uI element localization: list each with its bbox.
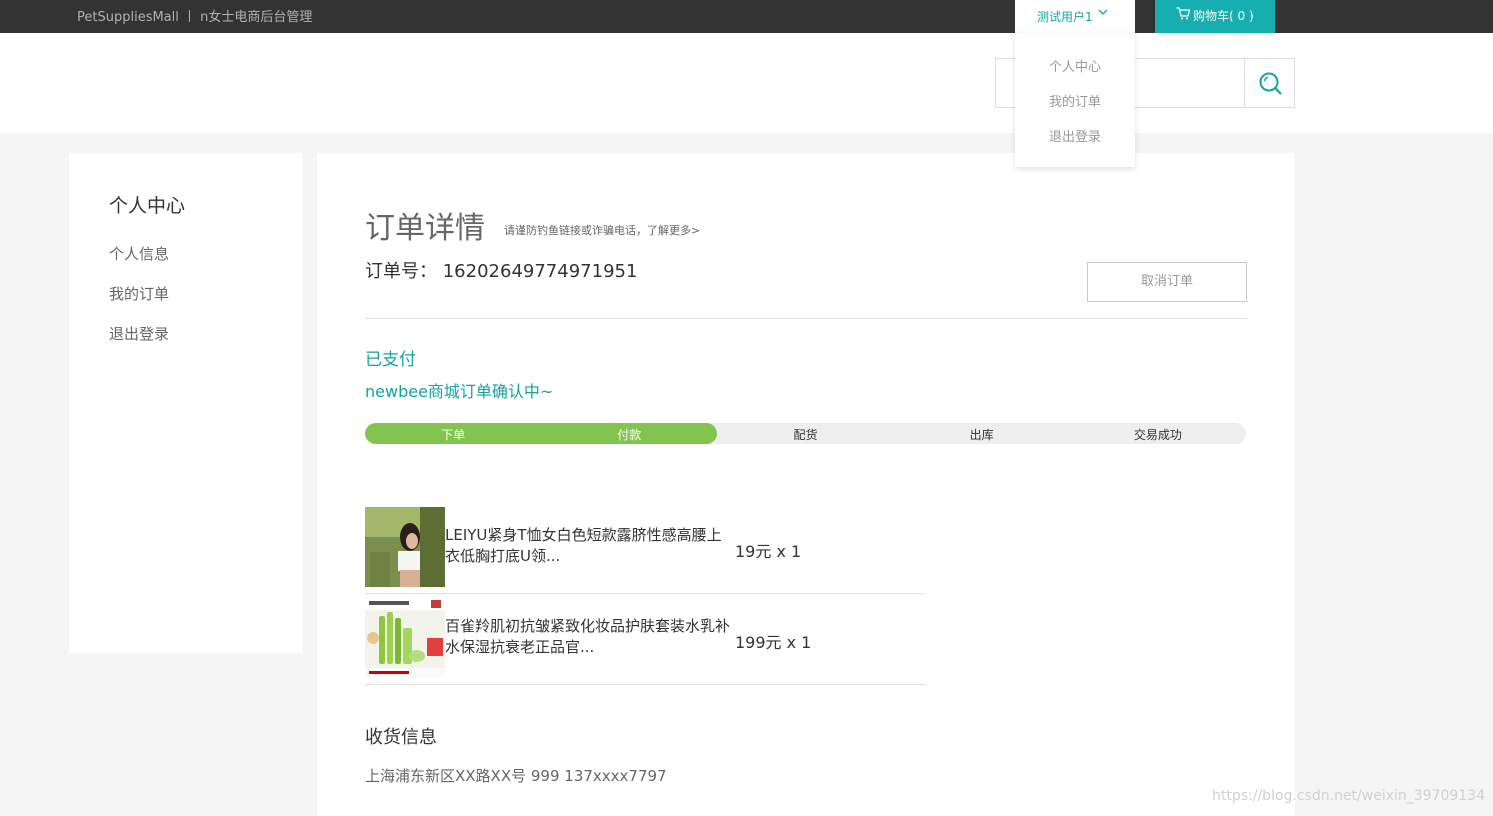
product-name[interactable]: LEIYU紧身T恤女白色短款露脐性感高腰上衣低胸打底U领... <box>445 525 735 567</box>
progress-step-shipped: 出库 <box>969 428 994 442</box>
progress-step-order: 下单 <box>441 428 466 442</box>
cart-button[interactable]: 购物车( 0 ) <box>1155 0 1275 33</box>
divider <box>365 318 1247 319</box>
progress-step-complete: 交易成功 <box>1133 428 1182 442</box>
user-menu[interactable]: 测试用户1 <box>1015 0 1135 33</box>
search-button[interactable] <box>1244 58 1295 108</box>
cancel-order-button[interactable]: 取消订单 <box>1087 262 1247 302</box>
sidebar: 个人中心 个人信息 我的订单 退出登录 <box>69 153 303 653</box>
search-icon <box>1259 72 1282 95</box>
security-notice-link[interactable]: 请谨防钓鱼链接或诈骗电话，了解更多> <box>504 222 700 238</box>
chevron-down-icon[interactable] <box>1098 5 1108 22</box>
sidebar-item-orders[interactable]: 我的订单 <box>109 283 169 304</box>
progress-step-payment: 付款 <box>617 428 642 442</box>
product-name[interactable]: 百雀羚肌初抗皱紧致化妆品护肤套装水乳补水保湿抗衰老正品官... <box>445 616 735 658</box>
site-title[interactable]: PetSuppliesMall 丨 n女士电商后台管理 <box>77 6 312 25</box>
product-thumbnail[interactable] <box>365 598 445 678</box>
order-number-label: 订单号： <box>365 261 437 282</box>
dropdown-item-logout[interactable]: 退出登录 <box>1015 126 1135 145</box>
cart-icon <box>1176 7 1191 20</box>
order-status-message: newbee商城订单确认中~ <box>365 382 554 401</box>
user-dropdown-menu: 个人中心 我的订单 退出登录 <box>1015 33 1135 167</box>
order-item-row: 百雀羚肌初抗皱紧致化妆品护肤套装水乳补水保湿抗衰老正品官... 199元 x 1 <box>365 594 925 685</box>
dropdown-item-my-orders[interactable]: 我的订单 <box>1015 91 1135 110</box>
cart-label: 购物车( 0 ) <box>1193 9 1254 23</box>
product-thumbnail[interactable] <box>365 507 445 587</box>
header <box>0 33 1493 133</box>
order-status: 已支付 <box>365 350 416 370</box>
shipping-info-title: 收货信息 <box>365 727 437 748</box>
order-detail-panel: 订单详情 请谨防钓鱼链接或诈骗电话，了解更多> 订单号： 16202649774… <box>317 153 1295 816</box>
dropdown-item-profile-center[interactable]: 个人中心 <box>1015 56 1135 75</box>
order-item-row: LEIYU紧身T恤女白色短款露脐性感高腰上衣低胸打底U领... 19元 x 1 <box>365 503 925 594</box>
product-price: 19元 x 1 <box>735 542 802 561</box>
progress-step-packing: 配货 <box>793 428 818 442</box>
sidebar-item-logout[interactable]: 退出登录 <box>109 323 169 344</box>
order-number-value: 16202649774971951 <box>442 261 638 282</box>
shipping-address: 上海浦东新区XX路XX号 999 137xxxx7797 <box>365 767 667 785</box>
order-progress-bar: 下单 付款 配货 出库 交易成功 <box>365 423 1246 444</box>
order-number: 订单号： 16202649774971951 <box>365 257 637 283</box>
product-price: 199元 x 1 <box>735 633 812 652</box>
watermark: https://blog.csdn.net/weixin_39709134 <box>1212 788 1486 804</box>
sidebar-title: 个人中心 <box>109 195 186 217</box>
sidebar-item-profile[interactable]: 个人信息 <box>109 243 169 264</box>
page-title: 订单详情 <box>365 211 485 246</box>
user-name[interactable]: 测试用户1 <box>1037 8 1093 25</box>
